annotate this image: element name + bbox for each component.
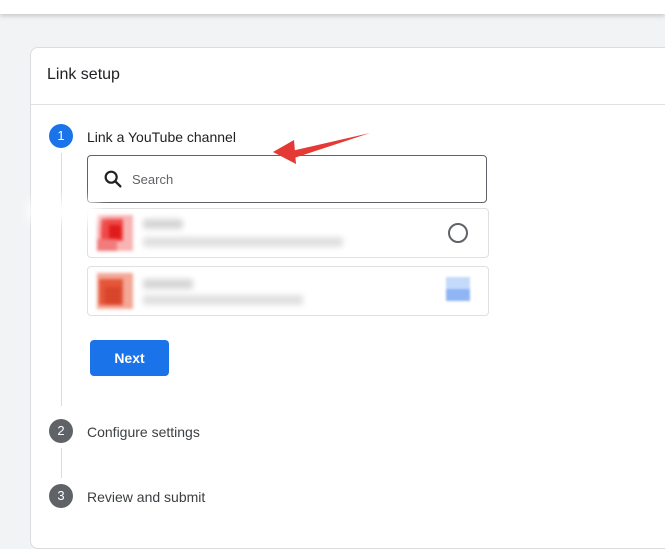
channel-option-1[interactable] xyxy=(87,208,489,258)
channel-name-blurred xyxy=(143,219,183,229)
card-title: Link setup xyxy=(47,66,120,83)
step-2-label[interactable]: Configure settings xyxy=(87,424,200,440)
channel-avatar-blurred xyxy=(97,273,133,309)
step-1-number: 1 xyxy=(49,124,73,148)
step-1-label[interactable]: Link a YouTube channel xyxy=(87,129,236,145)
channel-avatar-blurred xyxy=(97,215,133,251)
channel-name-blurred xyxy=(143,279,193,289)
search-input[interactable] xyxy=(130,164,474,194)
channel-id-blurred xyxy=(143,237,343,247)
channel-search-box[interactable] xyxy=(87,155,487,203)
channel-id-blurred xyxy=(143,295,303,305)
blur-artifact xyxy=(28,200,98,222)
link-setup-card: Link setup 1 Link a YouTube channel Sear… xyxy=(30,47,665,549)
search-icon xyxy=(104,170,122,188)
step-3-number: 3 xyxy=(49,484,73,508)
step-connector xyxy=(61,448,62,478)
card-divider xyxy=(31,104,665,105)
step-connector xyxy=(61,153,62,406)
step-2-number: 2 xyxy=(49,419,73,443)
step-3-label[interactable]: Review and submit xyxy=(87,489,205,505)
top-bar xyxy=(0,0,665,14)
next-button[interactable]: Next xyxy=(90,340,169,376)
channel-radio-button[interactable] xyxy=(448,223,468,243)
channel-option-2[interactable] xyxy=(87,266,489,316)
selection-indicator-blurred xyxy=(446,277,470,301)
